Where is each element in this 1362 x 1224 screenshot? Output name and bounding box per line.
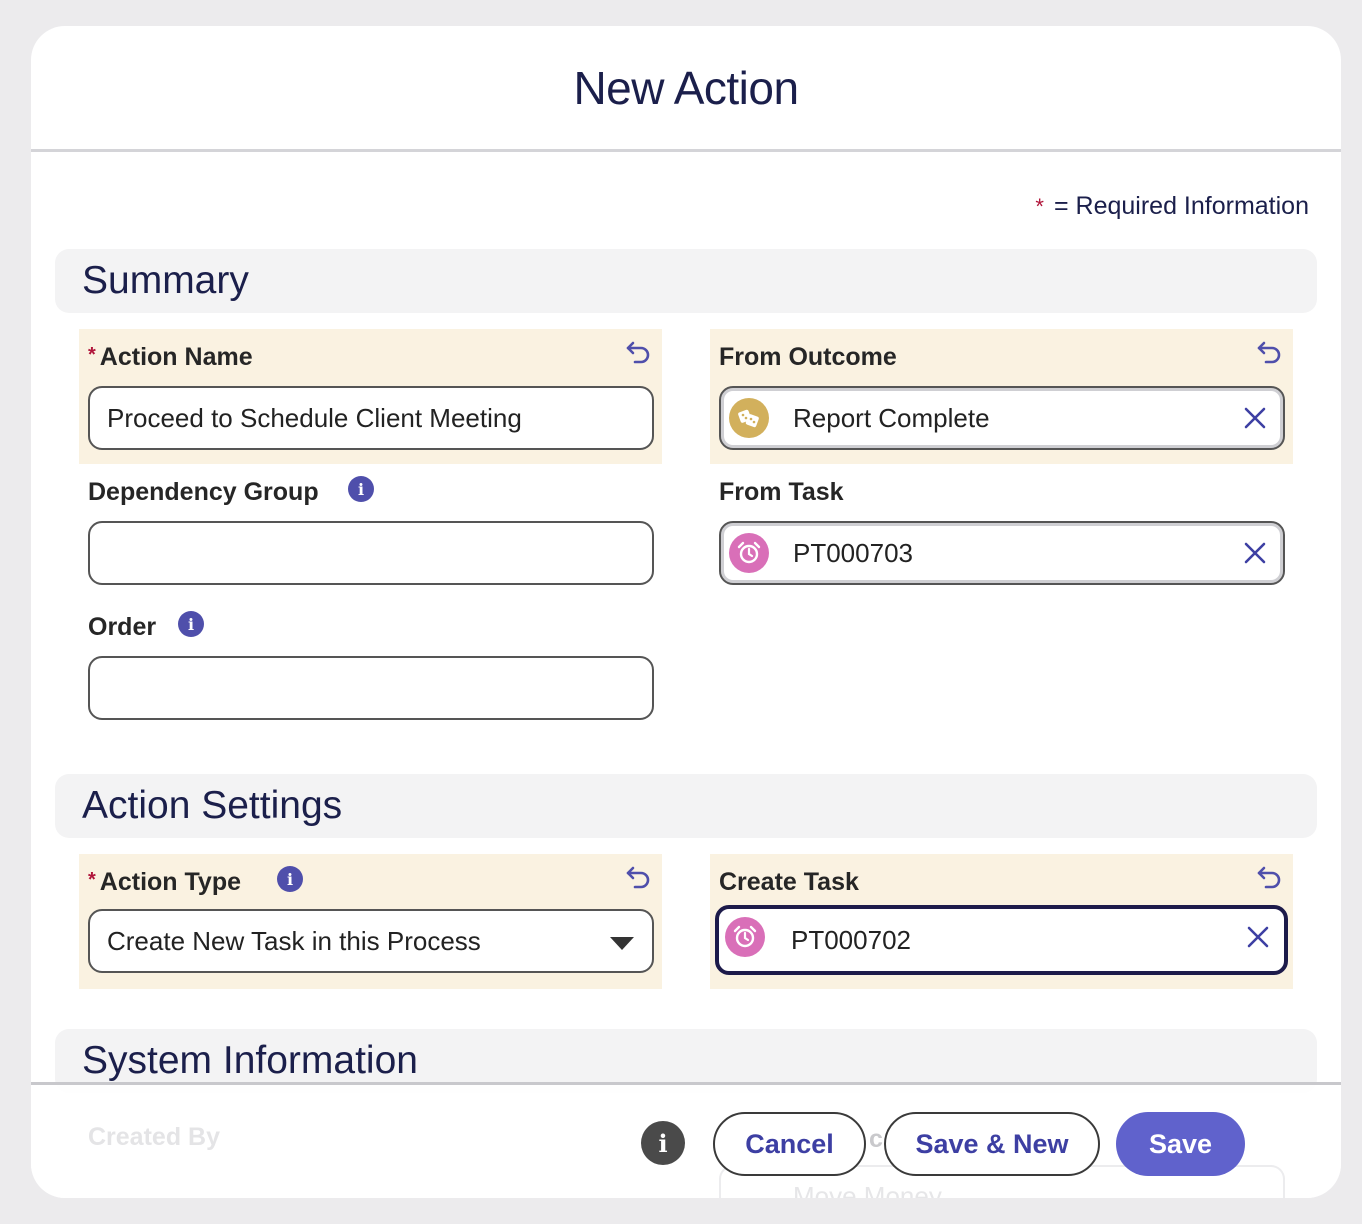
undo-icon[interactable] xyxy=(624,337,654,367)
action-name-label: * Action Name xyxy=(88,343,253,371)
from-outcome-lookup[interactable]: Report Complete xyxy=(719,386,1285,450)
from-task-label: From Task xyxy=(719,478,844,506)
clear-icon[interactable] xyxy=(1243,406,1267,430)
modal-header: New Action xyxy=(31,26,1341,152)
info-icon[interactable]: i xyxy=(277,866,303,892)
field-dependency-group: Dependency Group i xyxy=(79,464,662,599)
field-from-task: From Task PT000703 xyxy=(710,464,1293,599)
section-title-system-information: System Information xyxy=(82,1039,418,1082)
field-create-task: Create Task PT000702 xyxy=(710,854,1293,989)
from-outcome-value: Report Complete xyxy=(793,402,990,433)
created-by-label: Created By xyxy=(88,1123,220,1151)
undo-icon[interactable] xyxy=(624,862,654,892)
create-task-label: Create Task xyxy=(719,868,859,896)
save-button[interactable]: Save xyxy=(1116,1112,1245,1176)
move-money-value: Move Money xyxy=(793,1181,942,1198)
undo-icon[interactable] xyxy=(1255,337,1285,367)
alarm-clock-icon xyxy=(725,917,765,957)
undo-icon[interactable] xyxy=(1255,862,1285,892)
section-title-summary: Summary xyxy=(82,259,249,302)
save-and-new-button[interactable]: Save & New xyxy=(884,1112,1100,1176)
required-info-note: * = Required Information xyxy=(1035,192,1309,221)
partial-label: c xyxy=(869,1125,883,1153)
modal-footer: Created By c Move Money i Cancel Save & … xyxy=(31,1082,1341,1198)
from-outcome-label: From Outcome xyxy=(719,343,897,371)
action-type-select[interactable]: Create New Task in this Process xyxy=(88,909,654,973)
dice-icon xyxy=(729,398,769,438)
info-icon[interactable]: i xyxy=(178,611,204,637)
required-info-text: = Required Information xyxy=(1053,192,1309,220)
field-from-outcome: From Outcome Report Complete xyxy=(710,329,1293,464)
section-summary[interactable]: Summary xyxy=(55,249,1317,313)
info-icon[interactable]: i xyxy=(641,1121,685,1165)
info-icon[interactable]: i xyxy=(348,476,374,502)
dependency-group-input[interactable] xyxy=(88,521,654,585)
dependency-group-label: Dependency Group xyxy=(88,478,319,506)
required-star: * xyxy=(88,869,96,891)
field-action-name: * Action Name xyxy=(79,329,662,464)
alarm-clock-icon xyxy=(729,533,769,573)
required-star: * xyxy=(88,344,96,366)
field-order: Order i xyxy=(79,599,662,734)
field-action-type: * Action Type i Create New Task in this P… xyxy=(79,854,662,989)
action-type-value: Create New Task in this Process xyxy=(107,925,481,956)
clear-icon[interactable] xyxy=(1243,541,1267,565)
section-title-action-settings: Action Settings xyxy=(82,784,343,827)
modal-title: New Action xyxy=(573,61,799,114)
section-action-settings[interactable]: Action Settings xyxy=(55,774,1317,838)
order-input[interactable] xyxy=(88,656,654,720)
cancel-button[interactable]: Cancel xyxy=(713,1112,866,1176)
order-label: Order xyxy=(88,613,157,641)
action-type-label: * Action Type xyxy=(88,868,242,896)
dropdown-arrow-icon xyxy=(610,937,634,950)
from-task-lookup[interactable]: PT000703 xyxy=(719,521,1285,585)
clear-icon[interactable] xyxy=(1246,925,1270,949)
action-name-input[interactable] xyxy=(88,386,654,450)
create-task-lookup[interactable]: PT000702 xyxy=(715,905,1288,975)
create-task-value: PT000702 xyxy=(791,924,911,955)
from-task-value: PT000703 xyxy=(793,537,913,568)
new-action-modal: New Action * = Required Information Summa… xyxy=(31,26,1341,1198)
required-star: * xyxy=(1035,194,1044,219)
